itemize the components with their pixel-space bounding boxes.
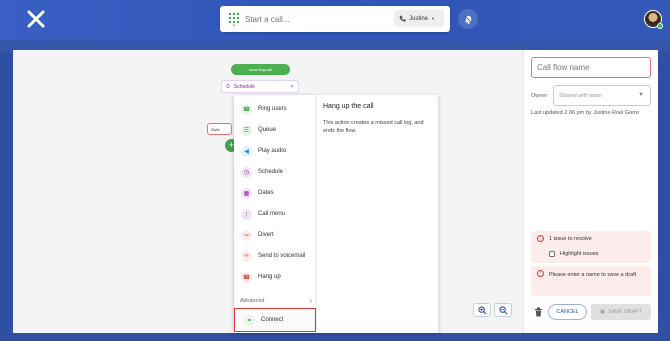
dialpad-icon: ⁝ xyxy=(241,208,252,220)
app-logo[interactable] xyxy=(26,9,46,29)
menu-item-label: Ring users xyxy=(258,106,287,112)
save-draft-button[interactable]: ▣ SAVE DRAFT xyxy=(591,304,651,320)
menu-item-label: Divert xyxy=(258,232,274,238)
call-flow-name-input[interactable] xyxy=(531,57,651,78)
menu-item-hang-up[interactable]: ☎ Hang up xyxy=(234,267,316,287)
chevron-down-icon: ▼ xyxy=(431,16,435,21)
hangup-icon: ☎ xyxy=(241,271,252,283)
error-icon: ! xyxy=(537,270,544,277)
menu-item-dates[interactable]: ▦ Dates xyxy=(234,183,316,203)
issues-box: ! 1 issue to resolve Highlight issues xyxy=(531,231,651,263)
speaker-icon: ◀ xyxy=(241,145,252,157)
menu-item-label: Call menu xyxy=(258,211,286,217)
voicemail-icon: ∞ xyxy=(241,250,252,262)
menu-item-call-menu[interactable]: ⁝ Call menu xyxy=(234,204,316,224)
save-draft-label: SAVE DRAFT xyxy=(608,309,643,315)
menu-item-label: Queue xyxy=(258,127,277,133)
trash-icon[interactable] xyxy=(534,307,543,317)
flow-settings-panel: Owner Shared with team ▼ Last updated 2.… xyxy=(523,50,658,333)
advanced-label: Advanced xyxy=(240,298,265,304)
issue-count: 1 issue to resolve xyxy=(549,236,592,242)
start-call-input[interactable] xyxy=(245,11,385,27)
zoom-in-button[interactable] xyxy=(473,303,491,317)
incoming-call-label: Incoming call xyxy=(248,67,273,72)
advanced-toggle[interactable]: Advanced › xyxy=(240,295,312,307)
link-icon: ⚭ xyxy=(244,314,255,326)
menu-item-ring-users[interactable]: ☎ Ring users xyxy=(234,99,316,119)
call-flow-editor: Incoming call ⏱ Schedule ✕ Oute + ☎ Ring… xyxy=(13,50,658,333)
phone-icon xyxy=(399,15,406,22)
action-detail-panel: Hang up the call This action creates a m… xyxy=(316,95,438,333)
close-icon[interactable]: ✕ xyxy=(290,84,294,90)
chevron-right-icon: › xyxy=(309,297,312,305)
menu-item-label: Hang up xyxy=(258,274,281,280)
outer-node-label: Oute xyxy=(211,127,220,132)
schedule-node[interactable]: ⏱ Schedule ✕ xyxy=(221,80,299,93)
menu-item-label: Send to voicemail xyxy=(258,253,306,259)
chevron-down-icon: ▼ xyxy=(638,92,644,98)
menu-item-connect[interactable]: ⚭ Connect xyxy=(234,308,316,332)
menu-item-schedule[interactable]: ◷ Schedule xyxy=(234,162,316,182)
caller-name: Justine xyxy=(409,15,429,22)
menu-item-send-to-voicemail[interactable]: ∞ Send to voicemail xyxy=(234,246,316,266)
zoom-out-button[interactable] xyxy=(494,303,512,317)
owner-select-value: Shared with team xyxy=(559,92,602,99)
zoom-controls xyxy=(473,303,512,317)
menu-item-queue[interactable]: ☰ Queue xyxy=(234,120,316,140)
owner-label: Owner xyxy=(531,93,548,99)
incoming-call-node[interactable]: Incoming call xyxy=(231,64,290,75)
highlight-issues-checkbox[interactable] xyxy=(549,251,555,257)
action-menu: ☎ Ring users ☰ Queue ◀ Play audio ◷ Sche… xyxy=(234,95,316,333)
zoom-out-icon xyxy=(498,305,507,314)
caller-id-select[interactable]: Justine ▼ xyxy=(394,10,444,27)
highlight-issues-label: Highlight issues xyxy=(560,251,599,257)
divert-icon: ↪ xyxy=(241,229,252,241)
ring-users-icon: ☎ xyxy=(241,103,252,115)
top-bar: Justine ▼ xyxy=(0,0,670,40)
clock-icon: ⏱ xyxy=(226,83,230,90)
name-error-box: ! Please enter a name to save a draft xyxy=(531,266,651,296)
dialpad-icon[interactable] xyxy=(228,12,240,26)
zoom-in-icon xyxy=(477,305,486,314)
name-error-text: Please enter a name to save a draft xyxy=(549,272,637,278)
detail-description: This action creates a missed call log, a… xyxy=(323,120,424,134)
menu-item-label: Schedule xyxy=(258,169,284,175)
clock-icon: ◷ xyxy=(241,166,252,178)
calendar-icon: ▦ xyxy=(241,187,252,199)
queue-icon: ☰ xyxy=(241,124,252,136)
call-bar: Justine ▼ xyxy=(220,6,450,32)
flow-canvas[interactable]: Incoming call ⏱ Schedule ✕ Oute + ☎ Ring… xyxy=(13,50,523,333)
owner-select[interactable]: Shared with team ▼ xyxy=(553,85,651,106)
menu-item-label: Dates xyxy=(258,190,274,196)
menu-item-label: Connect xyxy=(261,317,284,323)
cancel-button-label: CANCEL xyxy=(556,309,579,315)
menu-item-label: Play audio xyxy=(258,148,287,154)
detail-title: Hang up the call xyxy=(323,103,374,110)
notifications-button[interactable] xyxy=(458,9,478,29)
error-icon: ! xyxy=(537,235,544,242)
last-updated-text: Last updated 2.06 pm by Justine Roel Gor… xyxy=(531,110,639,116)
menu-item-play-audio[interactable]: ◀ Play audio xyxy=(234,141,316,161)
cancel-button[interactable]: CANCEL xyxy=(548,304,587,320)
menu-item-divert[interactable]: ↪ Divert xyxy=(234,225,316,245)
bell-off-icon xyxy=(464,15,472,24)
save-icon: ▣ xyxy=(599,309,606,315)
presence-status-dot xyxy=(657,23,663,29)
outer-node[interactable]: Oute xyxy=(207,123,232,135)
schedule-node-label: Schedule xyxy=(233,83,255,90)
